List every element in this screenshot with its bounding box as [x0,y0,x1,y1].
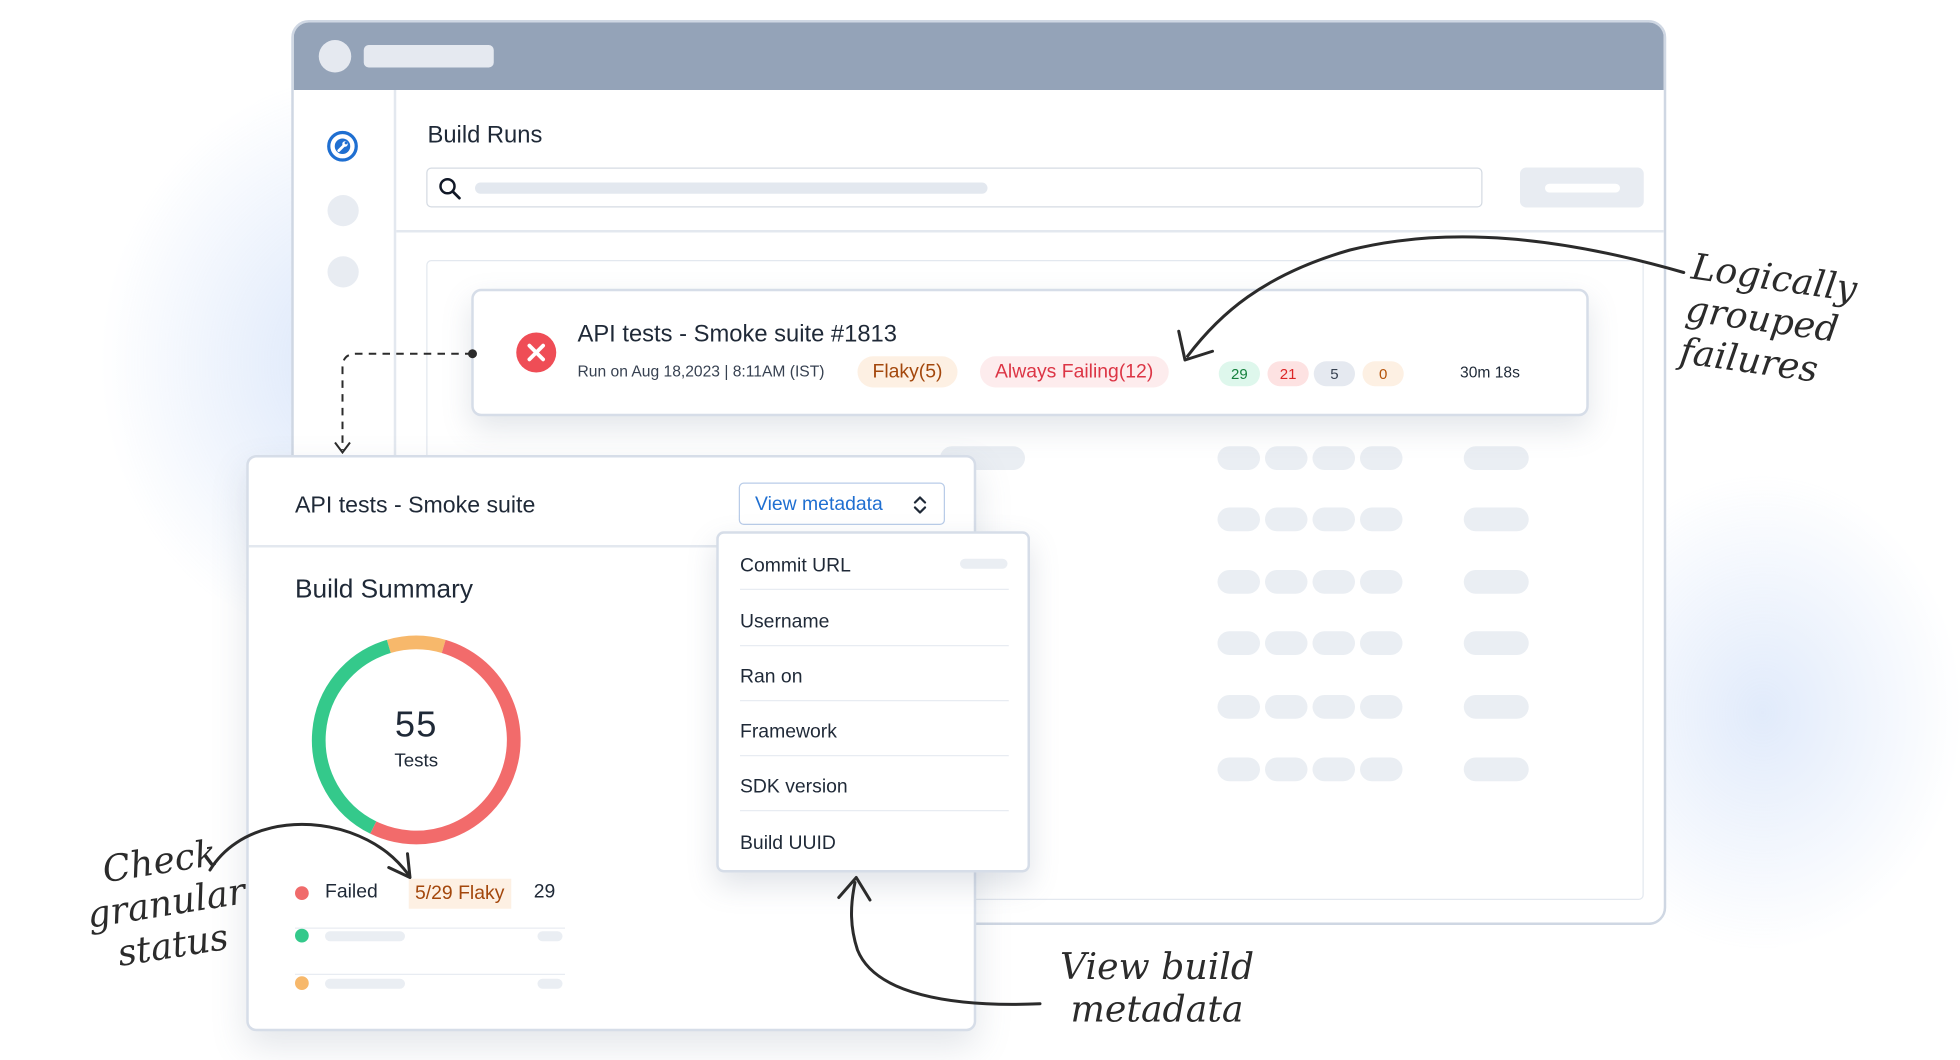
placeholder [1217,631,1260,655]
view-metadata-label: View metadata [755,493,883,515]
placeholder [1463,757,1529,782]
total-tests-label: Tests [394,750,439,772]
placeholder [1312,446,1355,470]
chevron-updown-icon [913,496,927,514]
annotation-build-metadata: View build metadata [1060,945,1254,1030]
failed-label: Failed [325,881,378,903]
wrench-icon[interactable] [326,130,359,163]
address-placeholder [363,45,494,68]
failed-count: 29 [533,881,556,903]
panel-title: API tests - Smoke suite [295,491,536,518]
placeholder [1312,570,1355,594]
placeholder [1265,446,1308,470]
page-title: Build Runs [427,122,543,149]
placeholder [1217,570,1260,594]
placeholder [537,978,563,989]
annotation-line: View build [1060,945,1255,988]
placeholder [537,931,563,942]
placeholder [325,931,405,942]
passed-dot [295,928,309,943]
placeholder [1217,507,1260,532]
donut-segment-flaky [386,635,446,654]
page-header: Build Runs [396,90,1664,233]
placeholder [1217,757,1260,782]
stage: Build Runs API tests - Smoke suite #1813… [0,0,1960,1060]
placeholder [1265,507,1308,532]
view-metadata-button[interactable]: View metadata [738,482,945,525]
title-bar [293,22,1664,90]
placeholder [1312,757,1355,782]
annotation-granular-status: Check granular status [78,828,255,979]
placeholder [1463,570,1529,594]
placeholder [1463,507,1529,532]
placeholder [1217,695,1260,719]
placeholder [1360,631,1403,655]
error-icon [516,332,557,373]
placeholder [1265,631,1308,655]
total-tests-count: 55 [394,705,438,745]
skipped-count-badge: 5 [1313,361,1355,387]
placeholder [1312,695,1355,719]
button-placeholder [1545,183,1620,193]
failed-count-badge: 21 [1267,361,1309,387]
placeholder [1265,695,1308,719]
header-button[interactable] [1520,167,1644,208]
flaky-dot [295,976,309,990]
placeholder [1312,631,1355,655]
placeholder [1360,570,1403,594]
placeholder [1312,507,1355,532]
run-timestamp: Run on Aug 18,2023 | 8:11AM (IST) [577,362,825,381]
placeholder [1463,631,1529,655]
placeholder [325,978,405,989]
placeholder [1265,570,1308,594]
metadata-dropdown: Commit URL Username Ran on Framework SDK… [716,531,1030,873]
annotation-grouped-failures: Logically grouped failures [1677,245,1859,394]
placeholder [1360,695,1403,719]
flaky-tag[interactable]: Flaky(5) [857,356,958,388]
window-dot [318,40,352,73]
placeholder [1360,507,1403,532]
menu-item-ran-on[interactable]: Ran on [740,645,1009,702]
sidebar-item[interactable] [327,256,359,288]
placeholder [1217,446,1260,470]
always-failing-tag[interactable]: Always Failing(12) [980,356,1169,388]
search-placeholder [475,182,988,194]
menu-item-sdk-version[interactable]: SDK version [740,755,1009,812]
build-run-card[interactable]: API tests - Smoke suite #1813 Run on Aug… [471,288,1589,417]
placeholder [1265,757,1308,782]
legend-row-failed[interactable]: Failed 5/29 Flaky 29 [295,878,565,929]
annotation-line: metadata [1070,987,1244,1031]
passed-count-badge: 29 [1218,361,1260,387]
failed-dot [295,886,309,900]
run-duration: 30m 18s [1460,363,1520,382]
menu-item-framework[interactable]: Framework [740,700,1009,757]
placeholder [1360,757,1403,782]
search-input[interactable] [426,167,1483,208]
legend-row-flaky[interactable] [295,975,565,1023]
placeholder [1360,446,1403,470]
run-title[interactable]: API tests - Smoke suite #1813 [578,321,897,349]
menu-item-build-uuid[interactable]: Build UUID [740,811,1009,867]
placeholder [1463,446,1529,470]
search-icon [439,178,461,200]
build-summary-title: Build Summary [295,575,473,604]
placeholder [960,558,1008,569]
menu-item-username[interactable]: Username [740,590,1009,647]
legend-row-passed[interactable] [295,928,565,975]
flaky-ratio-badge[interactable]: 5/29 Flaky [408,878,511,909]
sidebar-item[interactable] [327,195,359,227]
other-count-badge: 0 [1362,361,1404,387]
placeholder [1463,695,1529,719]
